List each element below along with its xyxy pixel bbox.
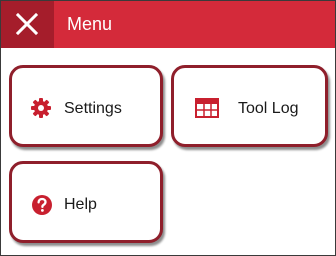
close-button[interactable] [1, 1, 54, 48]
menu-screen: Menu Settings Tool Log Help [0, 0, 336, 256]
tool-log-button[interactable]: Tool Log [171, 65, 328, 147]
tool-log-label: Tool Log [238, 100, 299, 117]
settings-button[interactable]: Settings [9, 65, 163, 147]
close-icon [16, 13, 38, 35]
page-title: Menu [67, 14, 113, 34]
help-button[interactable]: Help [9, 161, 163, 243]
table-icon [195, 98, 219, 118]
question-circle-icon [32, 195, 52, 215]
help-label: Help [64, 196, 97, 213]
settings-label: Settings [64, 100, 122, 117]
gear-icon [31, 98, 51, 118]
menu-header: Menu [1, 1, 335, 48]
